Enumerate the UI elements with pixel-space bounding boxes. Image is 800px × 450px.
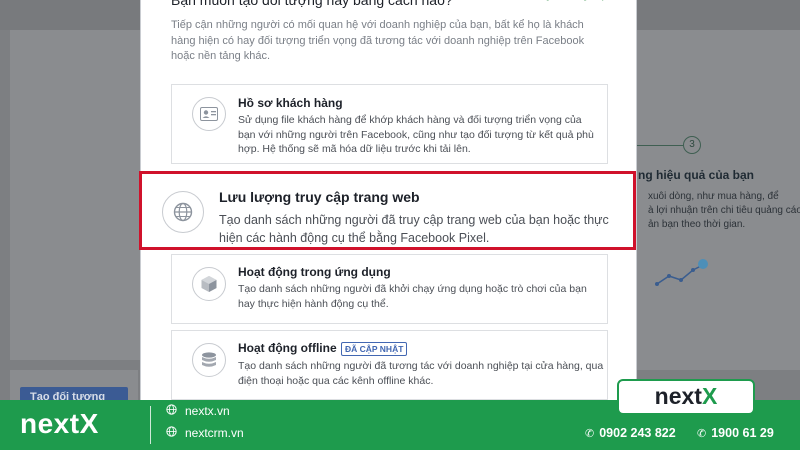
footer-brand-logo: nextX [20, 408, 99, 439]
footer-phone-2[interactable]: ✆ 1900 61 29 [697, 426, 774, 440]
globe-icon [166, 426, 180, 440]
step-number-circle: 3 [683, 136, 701, 154]
step-description-line: xuôi dòng, như mua hàng, để [648, 191, 779, 202]
contact-card-icon [192, 97, 226, 131]
step-description-line: à lợi nhuận trên chi tiêu quảng cáo [648, 205, 800, 216]
updated-badge: ĐÃ CẬP NHẬT [341, 342, 408, 356]
database-icon [192, 343, 226, 377]
footer-phone-1[interactable]: ✆ 0902 243 822 [585, 426, 676, 440]
brand-logo-box: nextX [617, 379, 755, 415]
step-connector-line [637, 145, 683, 146]
option-description: Sử dụng file khách hàng để khớp khách hà… [238, 114, 594, 155]
globe-icon [162, 191, 204, 233]
modal-description: Tiếp cận những người có mối quan hệ với … [171, 19, 585, 62]
option-description: Tạo danh sách những người đã tương tác v… [238, 360, 604, 387]
footer-divider [150, 406, 151, 444]
brand-logo-accent: X [701, 383, 718, 409]
step-description-line: ản bạn theo thời gian. [648, 219, 746, 230]
footer-phone-label: 1900 61 29 [711, 426, 774, 440]
option-description: Tạo danh sách những người đã khởi chạy ứ… [238, 283, 587, 310]
brand-logo-main: next [654, 383, 702, 409]
footer-link-nextcrm[interactable]: nextcrm.vn [166, 426, 244, 440]
option-website-traffic[interactable]: Lưu lượng truy cập trang web Tạo danh sá… [139, 171, 636, 250]
footer-link-label: nextx.vn [185, 404, 230, 418]
option-title: Hoạt động trong ứng dụng [238, 265, 391, 279]
option-title: Hồ sơ khách hàng [238, 96, 343, 110]
footer-link-label: nextcrm.vn [185, 426, 244, 440]
option-title: Lưu lượng truy cập trang web [219, 189, 420, 205]
modal-title: Bạn muốn tạo đối tượng này bằng cách nào… [171, 0, 453, 8]
option-description: Tạo danh sách những người đã truy cập tr… [219, 213, 609, 245]
option-app-activity[interactable]: Hoạt động trong ứng dụng Tạo danh sách n… [171, 254, 608, 324]
option-customer-file[interactable]: Hồ sơ khách hàng Sử dụng file khách hàng… [171, 84, 608, 164]
phone-icon: ✆ [697, 427, 707, 440]
option-offline-activity[interactable]: Hoạt động offline ĐÃ CẬP NHẬT Tạo danh s… [171, 330, 608, 400]
cube-icon [192, 267, 226, 301]
globe-icon [166, 404, 180, 418]
step-description: xuôi dòng, như mua hàng, để à lợi nhuận … [648, 190, 800, 232]
watermark-logo: Đồng Hành Cùng Chuyển Đổi [533, 0, 626, 16]
option-title: Hoạt động offline [238, 341, 337, 355]
step-title: ng hiệu quả của bạn [638, 168, 755, 182]
background-left-panel [10, 30, 140, 360]
footer-link-nextx[interactable]: nextx.vn [166, 404, 230, 418]
growth-chart-icon [655, 259, 708, 286]
phone-icon: ✆ [585, 427, 595, 440]
footer-phone-label: 0902 243 822 [599, 426, 676, 440]
create-audience-modal: Bạn muốn tạo đối tượng này bằng cách nào… [139, 0, 637, 405]
